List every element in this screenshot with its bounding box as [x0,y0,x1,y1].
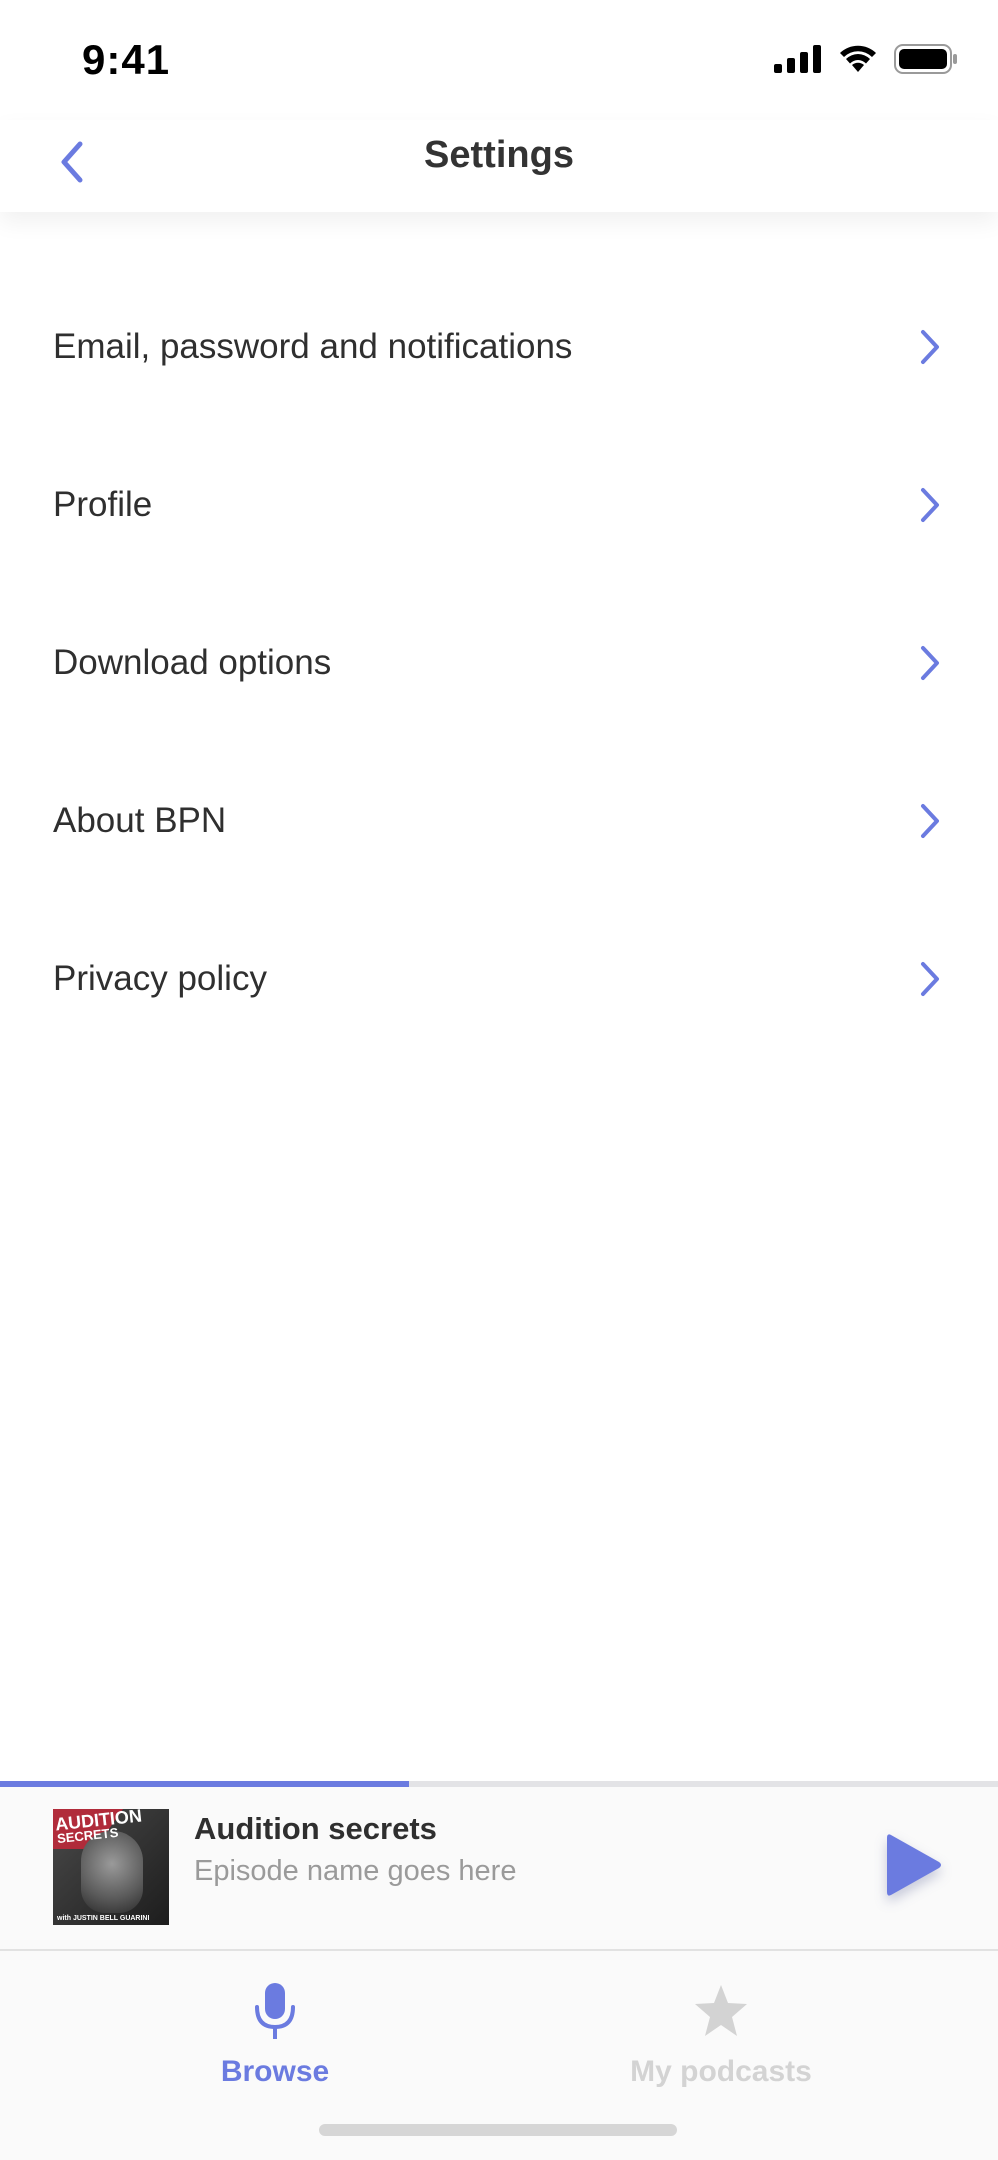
settings-list: Email, password and notifications Profil… [0,268,998,1058]
wifi-icon [838,44,878,79]
page-title: Settings [424,134,574,176]
mini-player[interactable]: AUDITION SECRETS with JUSTIN BELL GUARIN… [0,1787,998,1951]
home-indicator [319,2124,677,2136]
chevron-right-icon [915,959,945,999]
settings-item-label: Privacy policy [53,959,267,998]
settings-item-email-password-notifications[interactable]: Email, password and notifications [0,268,998,426]
settings-item-privacy-policy[interactable]: Privacy policy [0,900,998,1058]
nav-bar: Settings [0,120,998,212]
status-icons [774,44,958,79]
player-show-title: Audition secrets [194,1811,437,1846]
cellular-signal-icon [774,45,822,78]
chevron-right-icon [915,327,945,367]
cover-host: with JUSTIN BELL GUARINI [57,1915,150,1922]
chevron-right-icon [915,485,945,525]
battery-icon [894,44,958,79]
tab-label: My podcasts [630,2055,812,2088]
cover-portrait [81,1831,143,1913]
status-bar: 9:41 [0,0,998,120]
chevron-right-icon [915,801,945,841]
tab-my-podcasts[interactable]: My podcasts [591,1981,851,2089]
player-episode-name: Episode name goes here [194,1855,517,1887]
settings-item-label: About BPN [53,801,227,840]
settings-item-profile[interactable]: Profile [0,426,998,584]
settings-item-label: Download options [53,643,332,682]
play-button[interactable] [882,1829,946,1905]
star-icon [591,1981,851,2043]
podcast-cover-art: AUDITION SECRETS with JUSTIN BELL GUARIN… [53,1809,169,1925]
settings-item-label: Profile [53,485,153,524]
settings-item-about-bpn[interactable]: About BPN [0,742,998,900]
status-time: 9:41 [82,36,171,83]
microphone-icon [145,1981,405,2043]
settings-item-download-options[interactable]: Download options [0,584,998,742]
tab-label: Browse [220,2055,330,2088]
settings-item-label: Email, password and notifications [53,327,573,366]
tab-browse[interactable]: Browse [145,1981,405,2089]
play-icon [885,1832,943,1903]
chevron-right-icon [915,643,945,683]
